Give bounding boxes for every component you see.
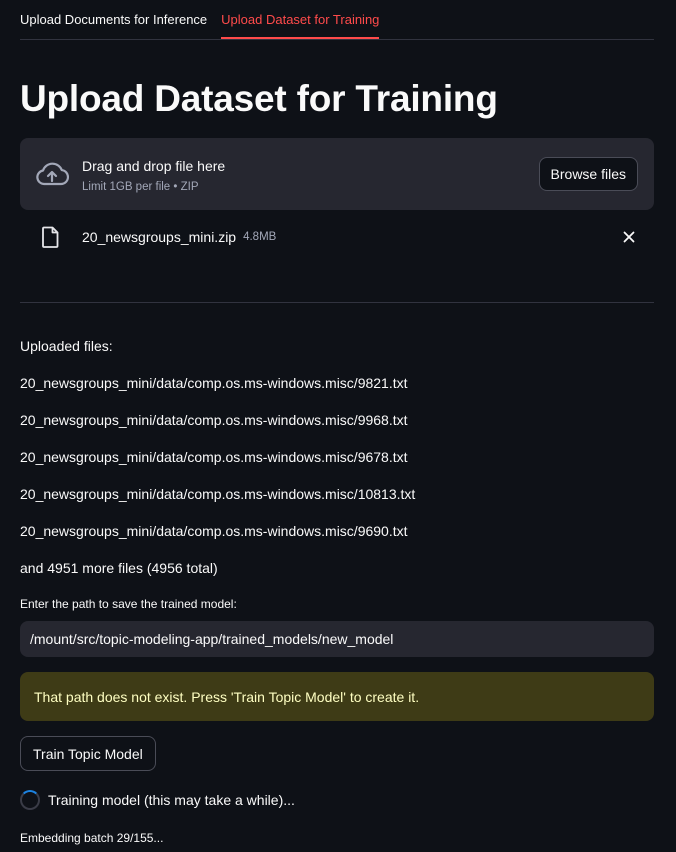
model-path-input[interactable] <box>20 621 654 657</box>
browse-files-button[interactable]: Browse files <box>538 157 638 191</box>
file-icon <box>40 225 62 249</box>
uploaded-file-row: 20_newsgroups_mini.zip 4.8MB <box>20 210 654 264</box>
progress-label: Embedding batch 29/155... <box>20 831 164 845</box>
uploaded-file-size: 4.8MB <box>243 231 277 243</box>
train-topic-model-button[interactable]: Train Topic Model <box>20 736 156 771</box>
file-list-item: 20_newsgroups_mini/data/comp.os.ms-windo… <box>20 523 408 539</box>
tab-upload-dataset-training[interactable]: Upload Dataset for Training <box>221 12 380 39</box>
divider <box>20 302 654 303</box>
uploaded-file-name: 20_newsgroups_mini.zip <box>82 229 237 245</box>
uploaded-files-label: Uploaded files: <box>20 338 113 354</box>
tab-bar: Upload Documents for Inference Upload Da… <box>20 0 654 40</box>
close-icon[interactable] <box>620 228 638 246</box>
file-dropzone[interactable]: Drag and drop file here Limit 1GB per fi… <box>20 138 654 210</box>
model-path-label: Enter the path to save the trained model… <box>20 597 237 611</box>
page: Upload Documents for Inference Upload Da… <box>0 0 676 852</box>
file-list-item: 20_newsgroups_mini/data/comp.os.ms-windo… <box>20 375 408 391</box>
file-list-item: 20_newsgroups_mini/data/comp.os.ms-windo… <box>20 449 408 465</box>
more-files-summary: and 4951 more files (4956 total) <box>20 560 218 576</box>
tab-upload-documents-inference[interactable]: Upload Documents for Inference <box>20 12 207 39</box>
cloud-upload-icon <box>34 156 70 192</box>
dropzone-text: Drag and drop file here Limit 1GB per fi… <box>82 156 539 193</box>
training-status-text: Training model (this may take a while)..… <box>48 792 295 808</box>
dropzone-instruction: Drag and drop file here <box>82 157 226 174</box>
page-title: Upload Dataset for Training <box>20 78 498 119</box>
dropzone-limit: Limit 1GB per file • ZIP <box>82 180 199 193</box>
training-status: Training model (this may take a while)..… <box>20 790 654 810</box>
path-warning-text: That path does not exist. Press 'Train T… <box>34 688 420 705</box>
spinner-icon <box>20 790 40 810</box>
path-warning-alert: That path does not exist. Press 'Train T… <box>20 672 654 721</box>
file-list-item: 20_newsgroups_mini/data/comp.os.ms-windo… <box>20 412 408 428</box>
file-list-item: 20_newsgroups_mini/data/comp.os.ms-windo… <box>20 486 416 502</box>
